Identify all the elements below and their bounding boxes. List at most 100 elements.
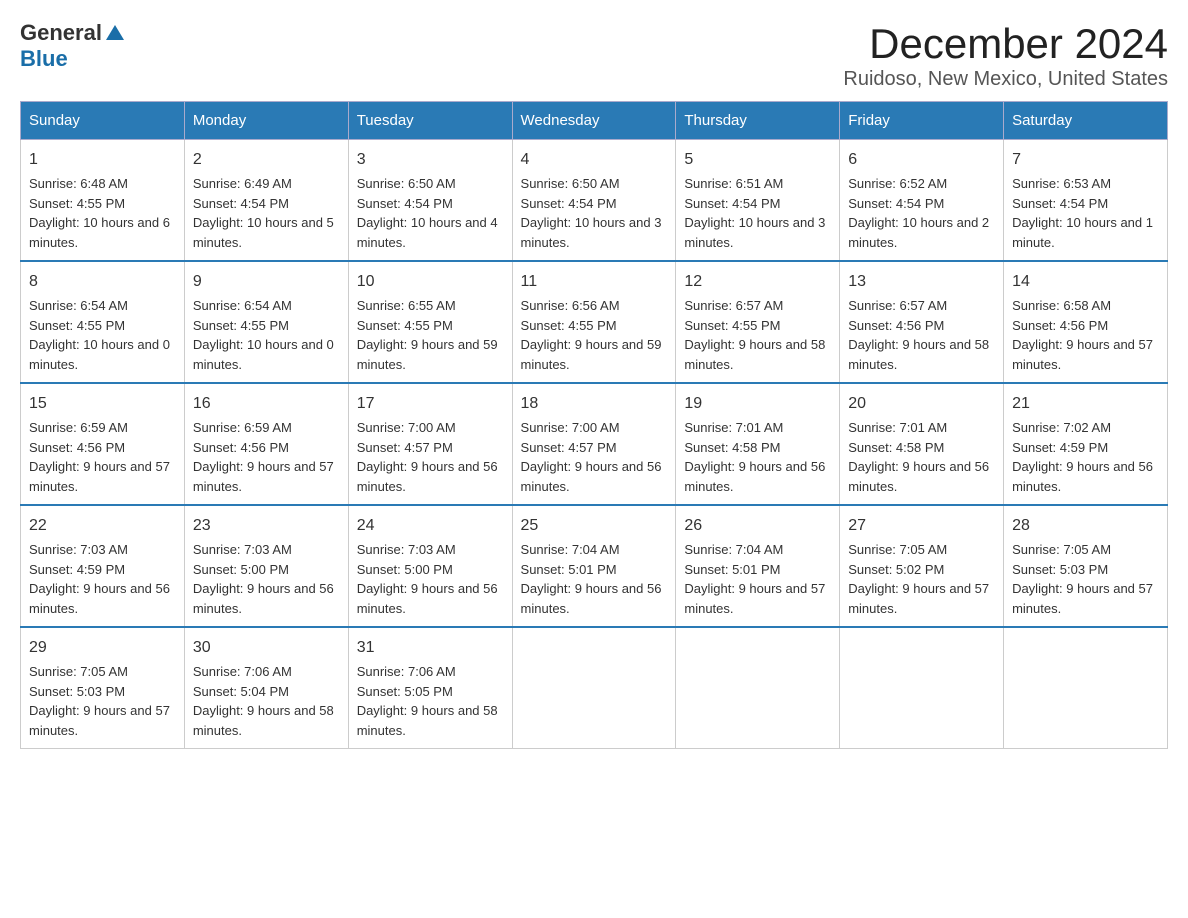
- calendar-cell: 20 Sunrise: 7:01 AM Sunset: 4:58 PM Dayl…: [840, 383, 1004, 505]
- day-number: 29: [29, 636, 176, 660]
- sunset-label: Sunset: 4:55 PM: [521, 318, 617, 333]
- day-number: 16: [193, 392, 340, 416]
- sunset-label: Sunset: 4:55 PM: [29, 318, 125, 333]
- daylight-label: Daylight: 9 hours and 57 minutes.: [1012, 581, 1153, 616]
- sunset-label: Sunset: 5:01 PM: [521, 562, 617, 577]
- calendar-cell: 31 Sunrise: 7:06 AM Sunset: 5:05 PM Dayl…: [348, 627, 512, 749]
- sunrise-label: Sunrise: 7:03 AM: [357, 542, 456, 557]
- calendar-cell: 2 Sunrise: 6:49 AM Sunset: 4:54 PM Dayli…: [184, 140, 348, 262]
- day-number: 22: [29, 514, 176, 538]
- sunrise-label: Sunrise: 7:06 AM: [193, 664, 292, 679]
- header-friday: Friday: [840, 102, 1004, 140]
- day-number: 25: [521, 514, 668, 538]
- day-number: 14: [1012, 270, 1159, 294]
- day-number: 31: [357, 636, 504, 660]
- sunrise-label: Sunrise: 7:00 AM: [521, 420, 620, 435]
- day-number: 27: [848, 514, 995, 538]
- daylight-label: Daylight: 9 hours and 56 minutes.: [848, 459, 989, 494]
- calendar-cell: 27 Sunrise: 7:05 AM Sunset: 5:02 PM Dayl…: [840, 505, 1004, 627]
- calendar-cell: 14 Sunrise: 6:58 AM Sunset: 4:56 PM Dayl…: [1004, 261, 1168, 383]
- daylight-label: Daylight: 10 hours and 6 minutes.: [29, 215, 170, 250]
- day-number: 10: [357, 270, 504, 294]
- day-number: 7: [1012, 148, 1159, 172]
- calendar-cell: 18 Sunrise: 7:00 AM Sunset: 4:57 PM Dayl…: [512, 383, 676, 505]
- calendar-cell: 25 Sunrise: 7:04 AM Sunset: 5:01 PM Dayl…: [512, 505, 676, 627]
- daylight-label: Daylight: 9 hours and 57 minutes.: [193, 459, 334, 494]
- calendar-cell: 11 Sunrise: 6:56 AM Sunset: 4:55 PM Dayl…: [512, 261, 676, 383]
- calendar-cell: 28 Sunrise: 7:05 AM Sunset: 5:03 PM Dayl…: [1004, 505, 1168, 627]
- calendar-header-row: SundayMondayTuesdayWednesdayThursdayFrid…: [21, 102, 1168, 140]
- sunset-label: Sunset: 4:56 PM: [1012, 318, 1108, 333]
- week-row-4: 22 Sunrise: 7:03 AM Sunset: 4:59 PM Dayl…: [21, 505, 1168, 627]
- calendar-cell: 12 Sunrise: 6:57 AM Sunset: 4:55 PM Dayl…: [676, 261, 840, 383]
- calendar-cell: [512, 627, 676, 749]
- sunrise-label: Sunrise: 6:48 AM: [29, 176, 128, 191]
- page-subtitle: Ruidoso, New Mexico, United States: [843, 68, 1168, 91]
- day-number: 3: [357, 148, 504, 172]
- calendar-cell: 6 Sunrise: 6:52 AM Sunset: 4:54 PM Dayli…: [840, 140, 1004, 262]
- sunset-label: Sunset: 5:01 PM: [684, 562, 780, 577]
- sunset-label: Sunset: 4:55 PM: [29, 196, 125, 211]
- sunrise-label: Sunrise: 7:03 AM: [193, 542, 292, 557]
- daylight-label: Daylight: 10 hours and 3 minutes.: [521, 215, 662, 250]
- daylight-label: Daylight: 10 hours and 5 minutes.: [193, 215, 334, 250]
- day-number: 26: [684, 514, 831, 538]
- sunset-label: Sunset: 4:56 PM: [193, 440, 289, 455]
- sunset-label: Sunset: 5:04 PM: [193, 684, 289, 699]
- day-number: 19: [684, 392, 831, 416]
- sunrise-label: Sunrise: 7:05 AM: [29, 664, 128, 679]
- calendar-cell: [840, 627, 1004, 749]
- sunrise-label: Sunrise: 6:54 AM: [29, 298, 128, 313]
- day-number: 2: [193, 148, 340, 172]
- day-number: 4: [521, 148, 668, 172]
- daylight-label: Daylight: 9 hours and 58 minutes.: [848, 337, 989, 372]
- calendar-cell: 3 Sunrise: 6:50 AM Sunset: 4:54 PM Dayli…: [348, 140, 512, 262]
- sunrise-label: Sunrise: 6:51 AM: [684, 176, 783, 191]
- daylight-label: Daylight: 9 hours and 56 minutes.: [193, 581, 334, 616]
- sunset-label: Sunset: 4:54 PM: [357, 196, 453, 211]
- header-thursday: Thursday: [676, 102, 840, 140]
- sunrise-label: Sunrise: 7:05 AM: [848, 542, 947, 557]
- calendar-cell: 9 Sunrise: 6:54 AM Sunset: 4:55 PM Dayli…: [184, 261, 348, 383]
- daylight-label: Daylight: 9 hours and 59 minutes.: [357, 337, 498, 372]
- day-number: 20: [848, 392, 995, 416]
- calendar-cell: [1004, 627, 1168, 749]
- sunset-label: Sunset: 4:56 PM: [29, 440, 125, 455]
- sunset-label: Sunset: 4:59 PM: [29, 562, 125, 577]
- daylight-label: Daylight: 9 hours and 58 minutes.: [357, 703, 498, 738]
- calendar-table: SundayMondayTuesdayWednesdayThursdayFrid…: [20, 101, 1168, 749]
- calendar-cell: 21 Sunrise: 7:02 AM Sunset: 4:59 PM Dayl…: [1004, 383, 1168, 505]
- sunrise-label: Sunrise: 6:50 AM: [357, 176, 456, 191]
- daylight-label: Daylight: 9 hours and 57 minutes.: [684, 581, 825, 616]
- sunset-label: Sunset: 5:03 PM: [1012, 562, 1108, 577]
- logo: General Blue: [20, 20, 126, 72]
- sunrise-label: Sunrise: 7:02 AM: [1012, 420, 1111, 435]
- sunset-label: Sunset: 4:59 PM: [1012, 440, 1108, 455]
- week-row-3: 15 Sunrise: 6:59 AM Sunset: 4:56 PM Dayl…: [21, 383, 1168, 505]
- sunset-label: Sunset: 4:56 PM: [848, 318, 944, 333]
- header-tuesday: Tuesday: [348, 102, 512, 140]
- header-monday: Monday: [184, 102, 348, 140]
- day-number: 23: [193, 514, 340, 538]
- sunrise-label: Sunrise: 7:01 AM: [848, 420, 947, 435]
- sunset-label: Sunset: 4:55 PM: [357, 318, 453, 333]
- sunset-label: Sunset: 4:58 PM: [684, 440, 780, 455]
- daylight-label: Daylight: 10 hours and 3 minutes.: [684, 215, 825, 250]
- week-row-5: 29 Sunrise: 7:05 AM Sunset: 5:03 PM Dayl…: [21, 627, 1168, 749]
- calendar-cell: 19 Sunrise: 7:01 AM Sunset: 4:58 PM Dayl…: [676, 383, 840, 505]
- sunrise-label: Sunrise: 6:49 AM: [193, 176, 292, 191]
- sunset-label: Sunset: 4:54 PM: [684, 196, 780, 211]
- sunrise-label: Sunrise: 6:55 AM: [357, 298, 456, 313]
- sunset-label: Sunset: 4:54 PM: [521, 196, 617, 211]
- calendar-cell: 8 Sunrise: 6:54 AM Sunset: 4:55 PM Dayli…: [21, 261, 185, 383]
- daylight-label: Daylight: 9 hours and 57 minutes.: [1012, 337, 1153, 372]
- calendar-cell: 7 Sunrise: 6:53 AM Sunset: 4:54 PM Dayli…: [1004, 140, 1168, 262]
- day-number: 18: [521, 392, 668, 416]
- sunrise-label: Sunrise: 6:57 AM: [684, 298, 783, 313]
- sunset-label: Sunset: 4:54 PM: [848, 196, 944, 211]
- calendar-cell: 1 Sunrise: 6:48 AM Sunset: 4:55 PM Dayli…: [21, 140, 185, 262]
- day-number: 11: [521, 270, 668, 294]
- daylight-label: Daylight: 9 hours and 58 minutes.: [193, 703, 334, 738]
- sunset-label: Sunset: 4:54 PM: [193, 196, 289, 211]
- calendar-cell: 22 Sunrise: 7:03 AM Sunset: 4:59 PM Dayl…: [21, 505, 185, 627]
